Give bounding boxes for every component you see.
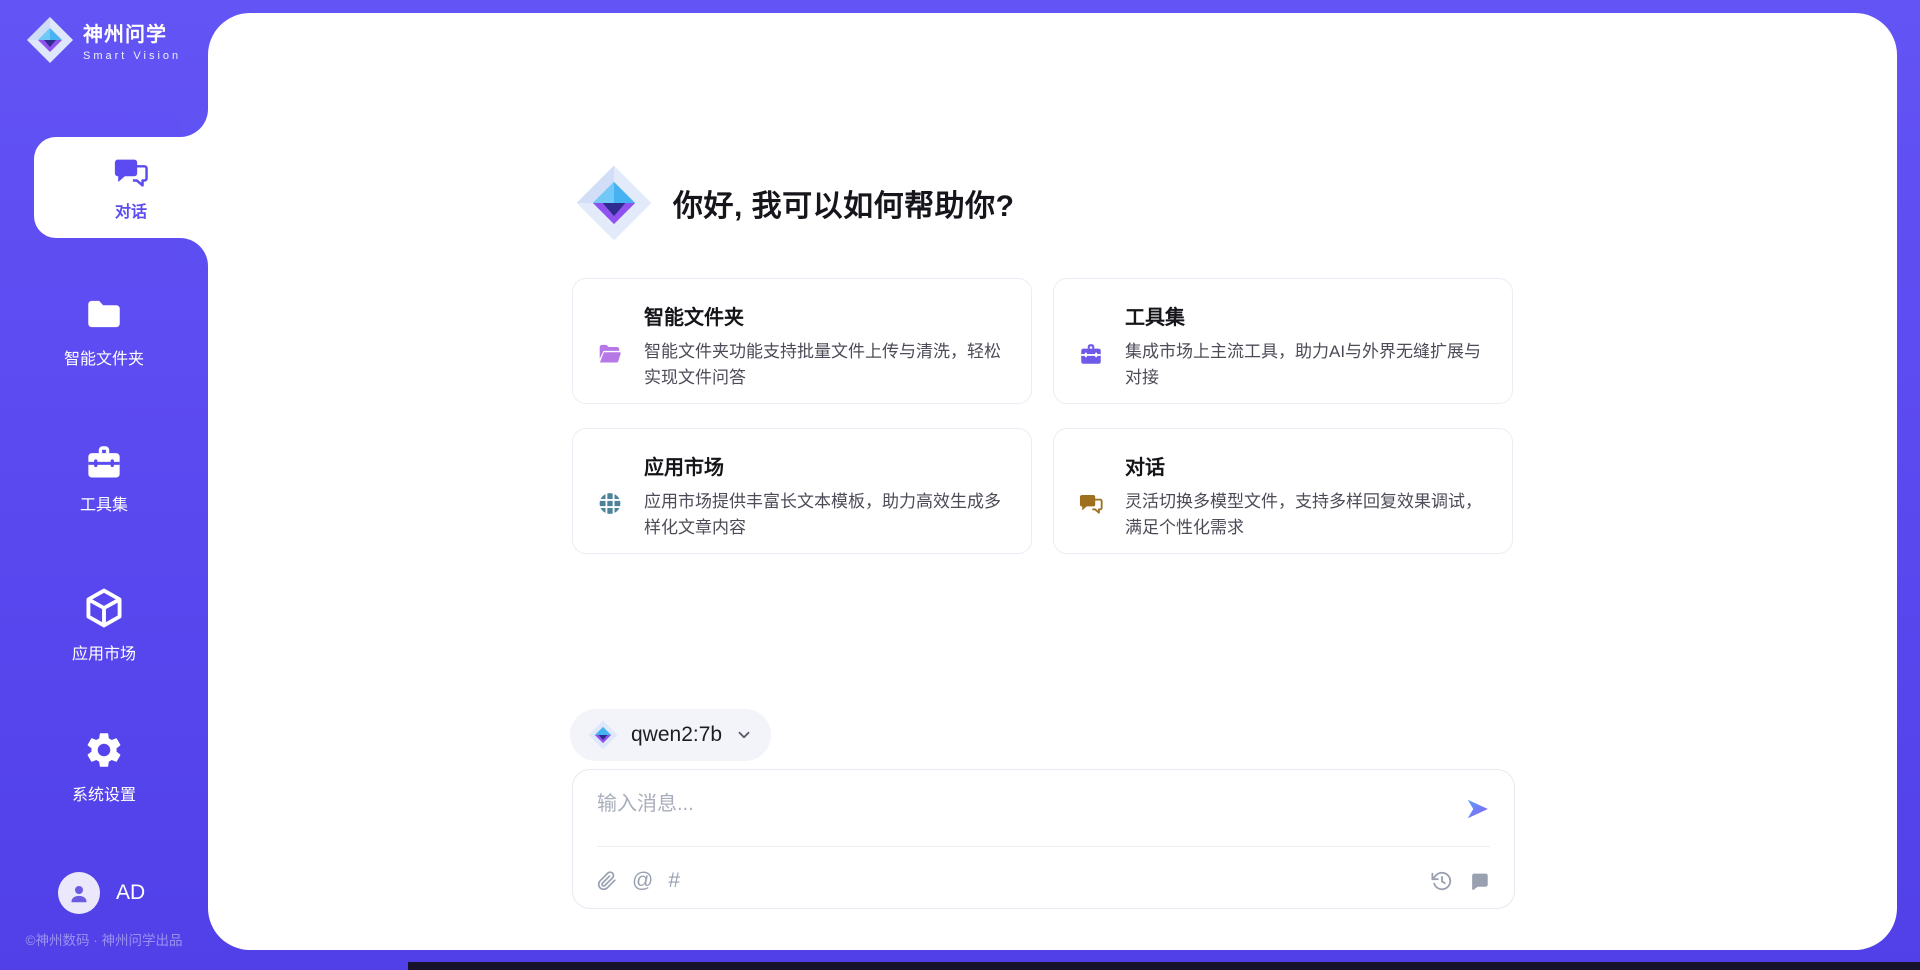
brand-name: 神州问学 bbox=[83, 18, 181, 47]
card-toolset[interactable]: 工具集 集成市场上主流工具，助力AI与外界无缝扩展与对接 bbox=[1053, 278, 1513, 404]
feature-cards: 智能文件夹 智能文件夹功能支持批量文件上传与清洗，轻松实现文件问答 工具集 集成… bbox=[572, 278, 1515, 554]
sidebar-footer: ©神州数码 · 神州问学出品 bbox=[0, 929, 208, 949]
gear-icon bbox=[83, 729, 125, 771]
grid-circle-icon bbox=[597, 454, 623, 553]
avatar bbox=[58, 872, 100, 914]
sidebar-item-label: 智能文件夹 bbox=[64, 345, 144, 369]
user-profile[interactable]: AD bbox=[58, 872, 145, 914]
composer-toolbar: @ # bbox=[597, 870, 1490, 892]
brand-logo: 神州问学 Smart Vision bbox=[26, 16, 181, 64]
chat-icon bbox=[1078, 454, 1104, 553]
cube-icon bbox=[82, 586, 126, 630]
assistant-diamond-icon bbox=[575, 164, 653, 242]
card-description: 灵活切换多模型文件，支持多样回复效果调试，满足个性化需求 bbox=[1125, 489, 1486, 541]
card-title: 工具集 bbox=[1125, 301, 1486, 330]
folder-icon bbox=[83, 293, 125, 335]
model-diamond-icon bbox=[588, 720, 618, 750]
sidebar-item-settings[interactable]: 系统设置 bbox=[0, 729, 208, 805]
hashtag-icon[interactable]: # bbox=[668, 870, 680, 892]
sidebar-item-label: 对话 bbox=[115, 198, 147, 222]
mention-icon[interactable]: @ bbox=[632, 870, 653, 892]
card-chat[interactable]: 对话 灵活切换多模型文件，支持多样回复效果调试，满足个性化需求 bbox=[1053, 428, 1513, 554]
card-title: 对话 bbox=[1125, 451, 1486, 480]
sidebar-item-chat[interactable]: 对话 bbox=[34, 137, 228, 238]
message-input[interactable] bbox=[597, 788, 1444, 820]
folder-open-icon bbox=[597, 304, 623, 403]
bottom-edge-strip bbox=[408, 962, 1920, 970]
model-selector[interactable]: qwen2:7b bbox=[570, 709, 771, 761]
card-title: 智能文件夹 bbox=[644, 301, 1005, 330]
tab-fillet-bottom bbox=[180, 238, 208, 266]
sidebar-item-smart-folder[interactable]: 智能文件夹 bbox=[0, 293, 208, 369]
card-title: 应用市场 bbox=[644, 451, 1005, 480]
greeting: 你好, 我可以如何帮助你? bbox=[575, 164, 1015, 242]
card-description: 智能文件夹功能支持批量文件上传与清洗，轻松实现文件问答 bbox=[644, 339, 1005, 391]
message-composer: @ # bbox=[572, 769, 1515, 909]
attachment-icon[interactable] bbox=[597, 870, 617, 892]
toolbox-icon bbox=[83, 441, 125, 481]
sidebar-item-label: 应用市场 bbox=[72, 640, 136, 664]
card-smart-folder[interactable]: 智能文件夹 智能文件夹功能支持批量文件上传与清洗，轻松实现文件问答 bbox=[572, 278, 1032, 404]
person-icon bbox=[67, 881, 91, 905]
user-initials: AD bbox=[116, 881, 145, 905]
brand-subtitle: Smart Vision bbox=[83, 50, 181, 62]
send-icon[interactable] bbox=[1464, 796, 1490, 822]
history-icon[interactable] bbox=[1431, 870, 1453, 892]
chevron-down-icon bbox=[735, 726, 753, 744]
tab-fillet-top bbox=[180, 109, 208, 137]
chat-bubble-icon[interactable] bbox=[1469, 871, 1490, 892]
sidebar-item-label: 系统设置 bbox=[72, 781, 136, 805]
composer-divider bbox=[597, 846, 1490, 847]
brand-diamond-icon bbox=[26, 16, 74, 64]
sidebar-item-toolset[interactable]: 工具集 bbox=[0, 441, 208, 515]
greeting-text: 你好, 我可以如何帮助你? bbox=[673, 181, 1015, 225]
sidebar-item-label: 工具集 bbox=[80, 491, 128, 515]
card-app-market[interactable]: 应用市场 应用市场提供丰富长文本模板，助力高效生成多样化文章内容 bbox=[572, 428, 1032, 554]
toolbox-icon bbox=[1078, 304, 1104, 403]
card-description: 集成市场上主流工具，助力AI与外界无缝扩展与对接 bbox=[1125, 339, 1486, 391]
card-description: 应用市场提供丰富长文本模板，助力高效生成多样化文章内容 bbox=[644, 489, 1005, 541]
chat-icon bbox=[112, 154, 150, 190]
sidebar-item-app-market[interactable]: 应用市场 bbox=[0, 586, 208, 664]
model-name: qwen2:7b bbox=[631, 723, 722, 747]
